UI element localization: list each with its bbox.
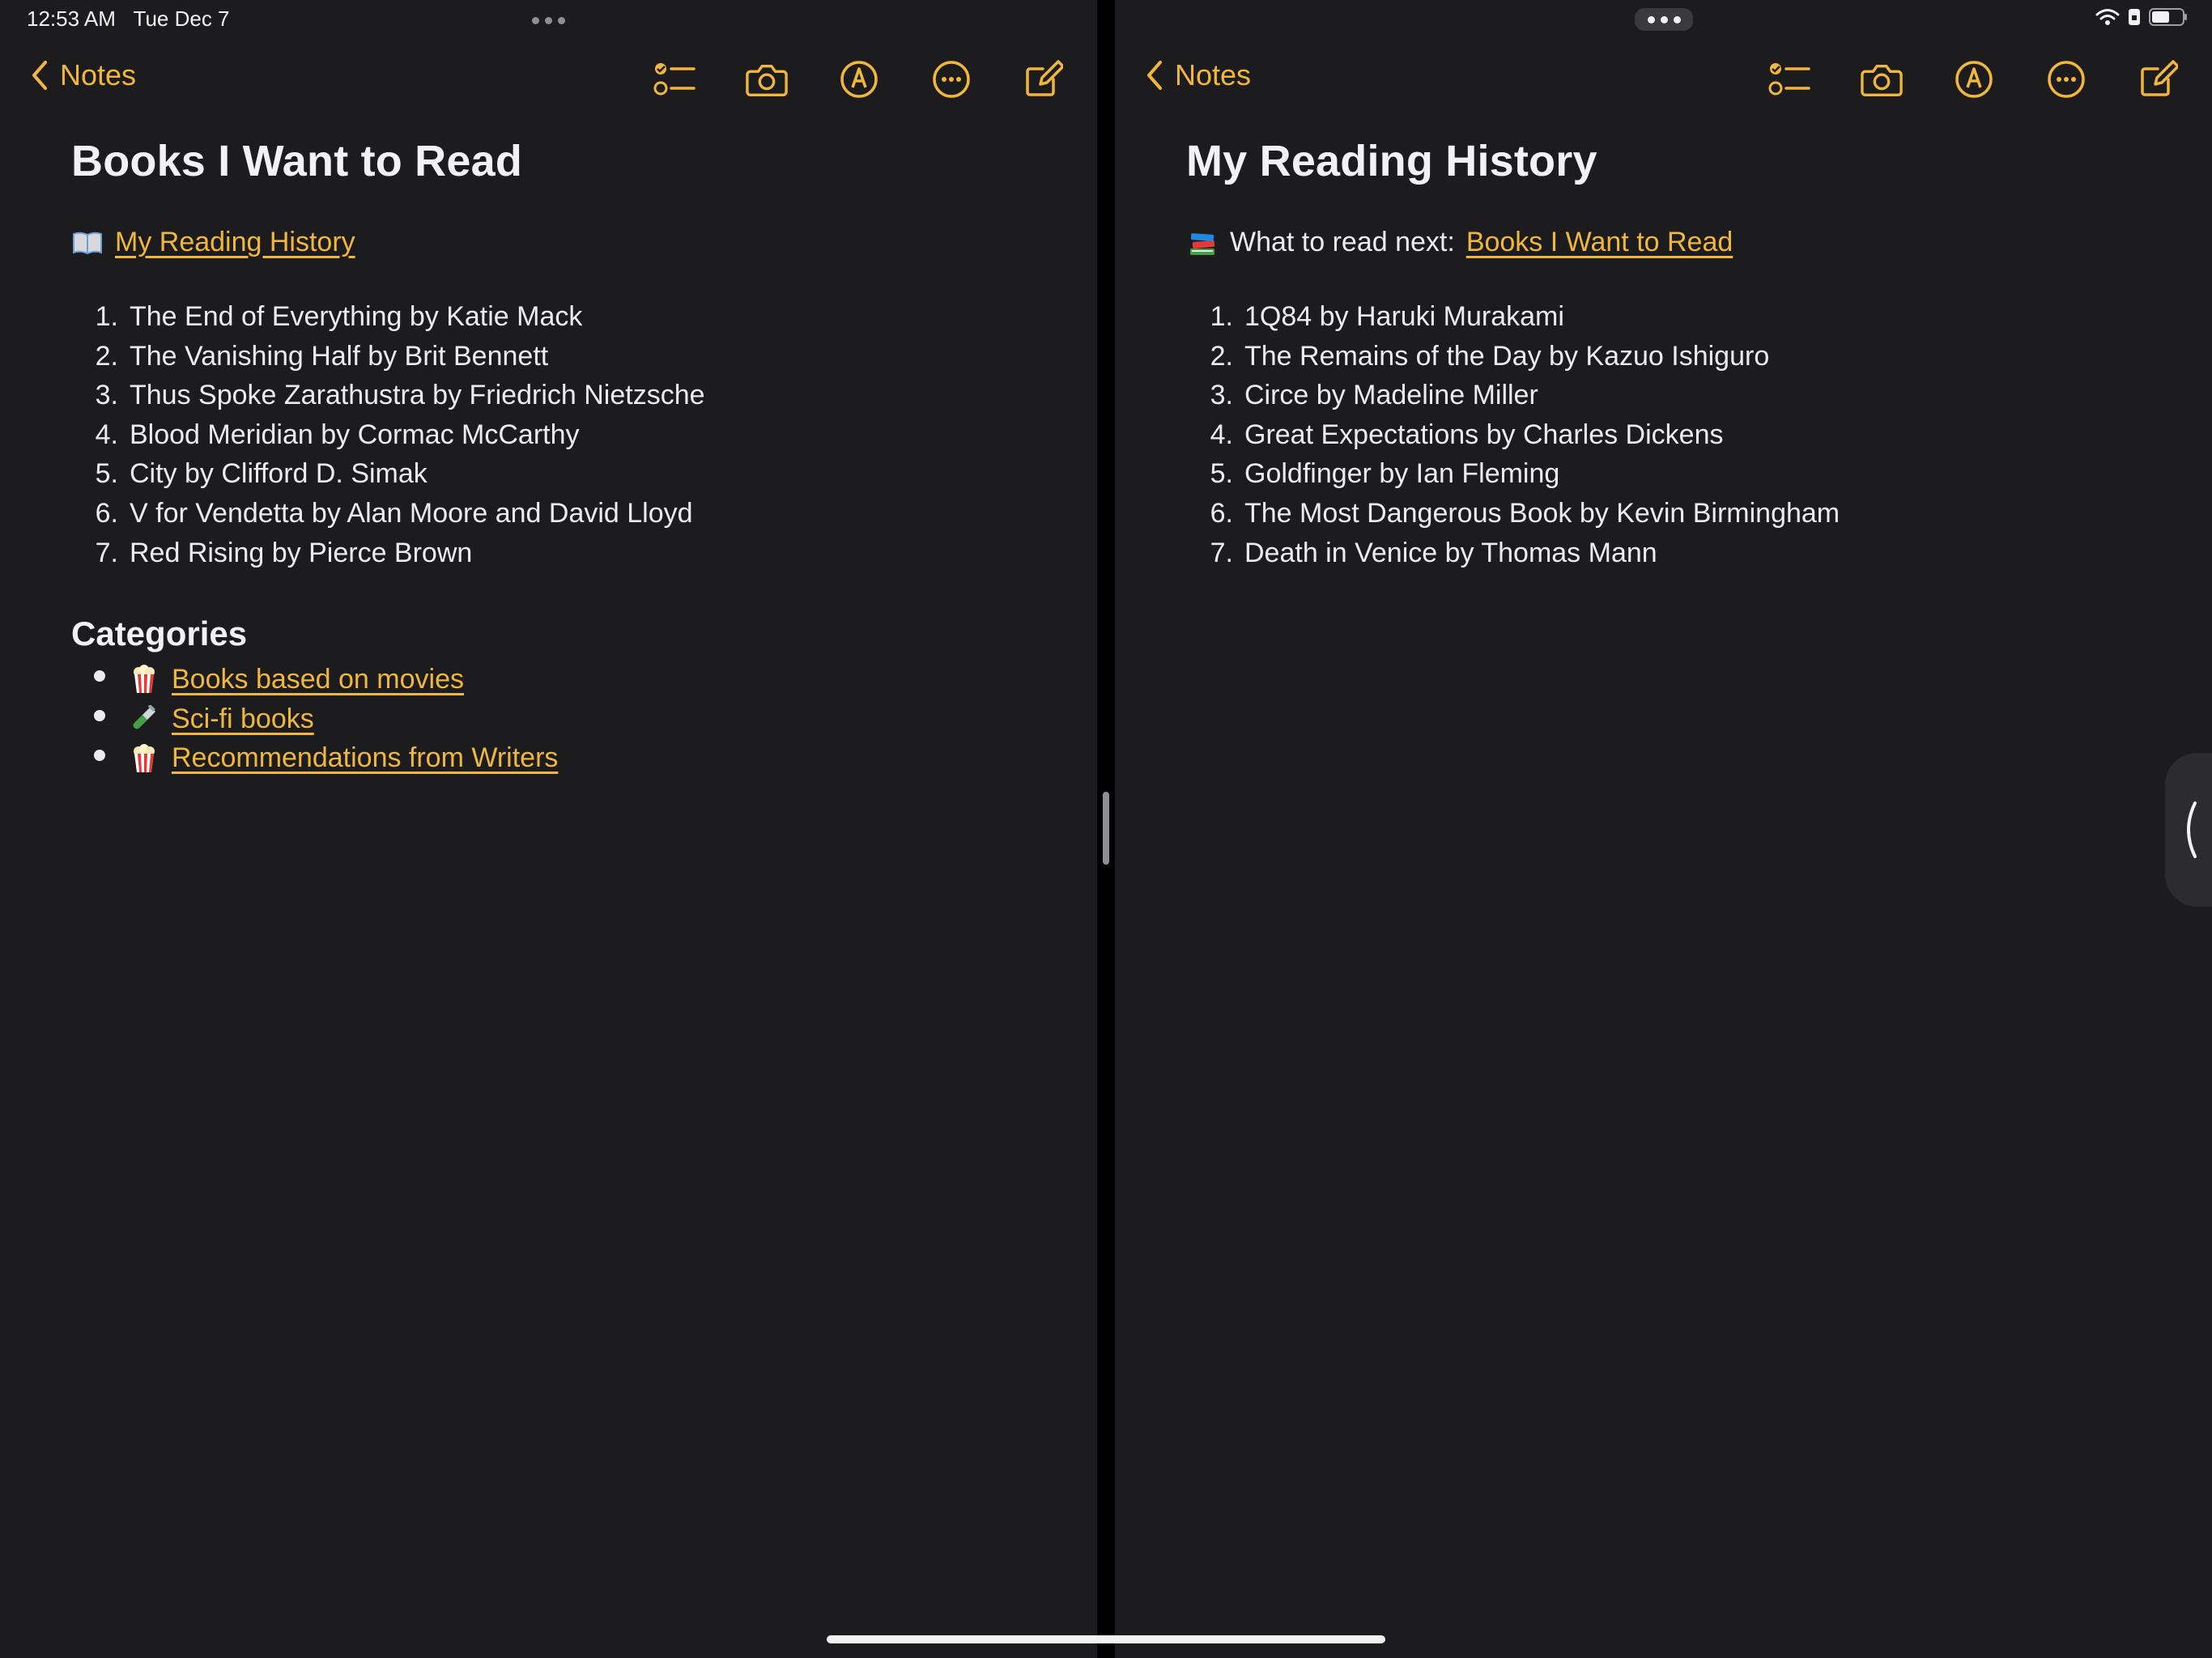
right-pane: Notes My Reading History What to read ne…	[1115, 0, 2212, 1658]
list-item: 4. Great Expectations by Charles Dickens	[1210, 419, 1724, 450]
list-item: 6. The Most Dangerous Book by Kevin Birmi…	[1210, 497, 1840, 529]
open-book-icon	[71, 231, 104, 255]
slide-over-tab[interactable]	[2165, 753, 2212, 907]
split-view-divider-handle[interactable]	[1103, 792, 1109, 865]
list-item: 6. V for Vendetta by Alan Moore and David…	[95, 497, 693, 529]
left-pane: 12:53 AM Tue Dec 7 Notes Books I Want to…	[0, 0, 1097, 1658]
list-item: Books based on movies	[71, 660, 1049, 699]
category-link-movies[interactable]: Books based on movies	[172, 660, 464, 699]
status-icons	[2095, 8, 2188, 26]
list-item: 3. Circe by Madeline Miller	[1210, 380, 1538, 411]
popcorn-icon	[128, 665, 160, 694]
checklist-icon	[1768, 63, 1810, 96]
compose-button[interactable]	[1023, 58, 1065, 100]
list-item: 5. Goldfinger by Ian Fleming	[1210, 458, 1560, 490]
list-item: 7. Red Rising by Pierce Brown	[95, 537, 473, 568]
list-item: 2. The Vanishing Half by Brit Bennett	[95, 340, 549, 372]
markup-icon	[840, 61, 878, 98]
camera-button[interactable]	[1861, 58, 1903, 100]
categories-heading: Categories	[71, 614, 248, 653]
camera-icon	[1861, 64, 1903, 96]
wifi-icon	[2095, 9, 2120, 25]
more-icon	[933, 61, 970, 98]
popcorn-icon	[128, 743, 160, 773]
list-item: Sci-fi books	[71, 699, 1049, 739]
chevron-left-icon	[1147, 61, 1162, 90]
note-link-line: What to read next: Books I Want to Read	[1186, 227, 2163, 258]
camera-icon	[746, 64, 788, 96]
multitasking-button[interactable]	[520, 11, 576, 29]
back-label: Notes	[60, 58, 137, 91]
more-button[interactable]	[930, 58, 972, 100]
markup-icon	[1955, 61, 1993, 98]
back-label: Notes	[1175, 58, 1252, 91]
lock-rotation-icon	[2129, 9, 2140, 25]
navigation-bar: Notes	[0, 50, 1097, 108]
test-tube-icon	[128, 705, 160, 733]
battery-icon	[2149, 8, 2187, 26]
checklist-button[interactable]	[653, 58, 696, 100]
note-content[interactable]: Books I Want to Read My Reading History …	[71, 130, 1049, 778]
camera-button[interactable]	[746, 58, 788, 100]
checklist-button[interactable]	[1768, 58, 1810, 100]
categories-list: Books based on movies Sci-fi books Recom…	[71, 660, 1049, 778]
list-item: Recommendations from Writers	[71, 738, 1049, 778]
compose-icon	[2141, 60, 2178, 96]
list-item: 1. The End of Everything by Katie Mack	[95, 301, 583, 332]
want-to-read-list: 1. The End of Everything by Katie Mack 2.…	[71, 297, 1049, 572]
chevron-left-icon	[2187, 801, 2197, 858]
want-to-read-link[interactable]: Books I Want to Read	[1466, 227, 1733, 258]
compose-button[interactable]	[2138, 58, 2180, 100]
note-toolbar	[1768, 58, 2180, 100]
markup-button[interactable]	[1953, 58, 1995, 100]
list-item: 4. Blood Meridian by Cormac McCarthy	[95, 419, 580, 450]
more-button[interactable]	[2045, 58, 2087, 100]
reading-history-link[interactable]: My Reading History	[115, 227, 355, 258]
category-link-writers[interactable]: Recommendations from Writers	[172, 738, 558, 778]
list-item: 3. Thus Spoke Zarathustra by Friedrich Ni…	[95, 380, 705, 411]
navigation-bar: Notes	[1115, 50, 2212, 108]
markup-button[interactable]	[838, 58, 880, 100]
home-indicator[interactable]	[827, 1635, 1385, 1643]
back-to-notes-button[interactable]: Notes	[31, 58, 136, 92]
list-item: 2. The Remains of the Day by Kazuo Ishigu…	[1210, 340, 1770, 372]
list-item: 1. 1Q84 by Haruki Murakami	[1210, 301, 1564, 332]
checklist-icon	[653, 63, 696, 96]
note-title: My Reading History	[1186, 137, 1597, 185]
note-link-line: My Reading History	[71, 227, 1049, 258]
more-icon	[2048, 61, 2085, 98]
note-content[interactable]: My Reading History What to read next: Bo…	[1186, 130, 2163, 572]
note-title: Books I Want to Read	[71, 137, 523, 185]
compose-icon	[1026, 60, 1063, 96]
list-item: 7. Death in Venice by Thomas Mann	[1210, 537, 1657, 568]
multitasking-button[interactable]	[1635, 8, 1693, 31]
note-toolbar	[653, 58, 1065, 100]
chevron-left-icon	[32, 61, 47, 90]
status-time-date: 12:53 AM Tue Dec 7	[27, 6, 230, 31]
reading-history-list: 1. 1Q84 by Haruki Murakami 2. The Remains …	[1186, 297, 2163, 572]
back-to-notes-button[interactable]: Notes	[1146, 58, 1251, 92]
category-link-scifi[interactable]: Sci-fi books	[172, 699, 314, 739]
books-stack-icon	[1186, 229, 1219, 257]
link-prefix: What to read next:	[1230, 227, 1455, 257]
list-item: 5. City by Clifford D. Simak	[95, 458, 428, 490]
